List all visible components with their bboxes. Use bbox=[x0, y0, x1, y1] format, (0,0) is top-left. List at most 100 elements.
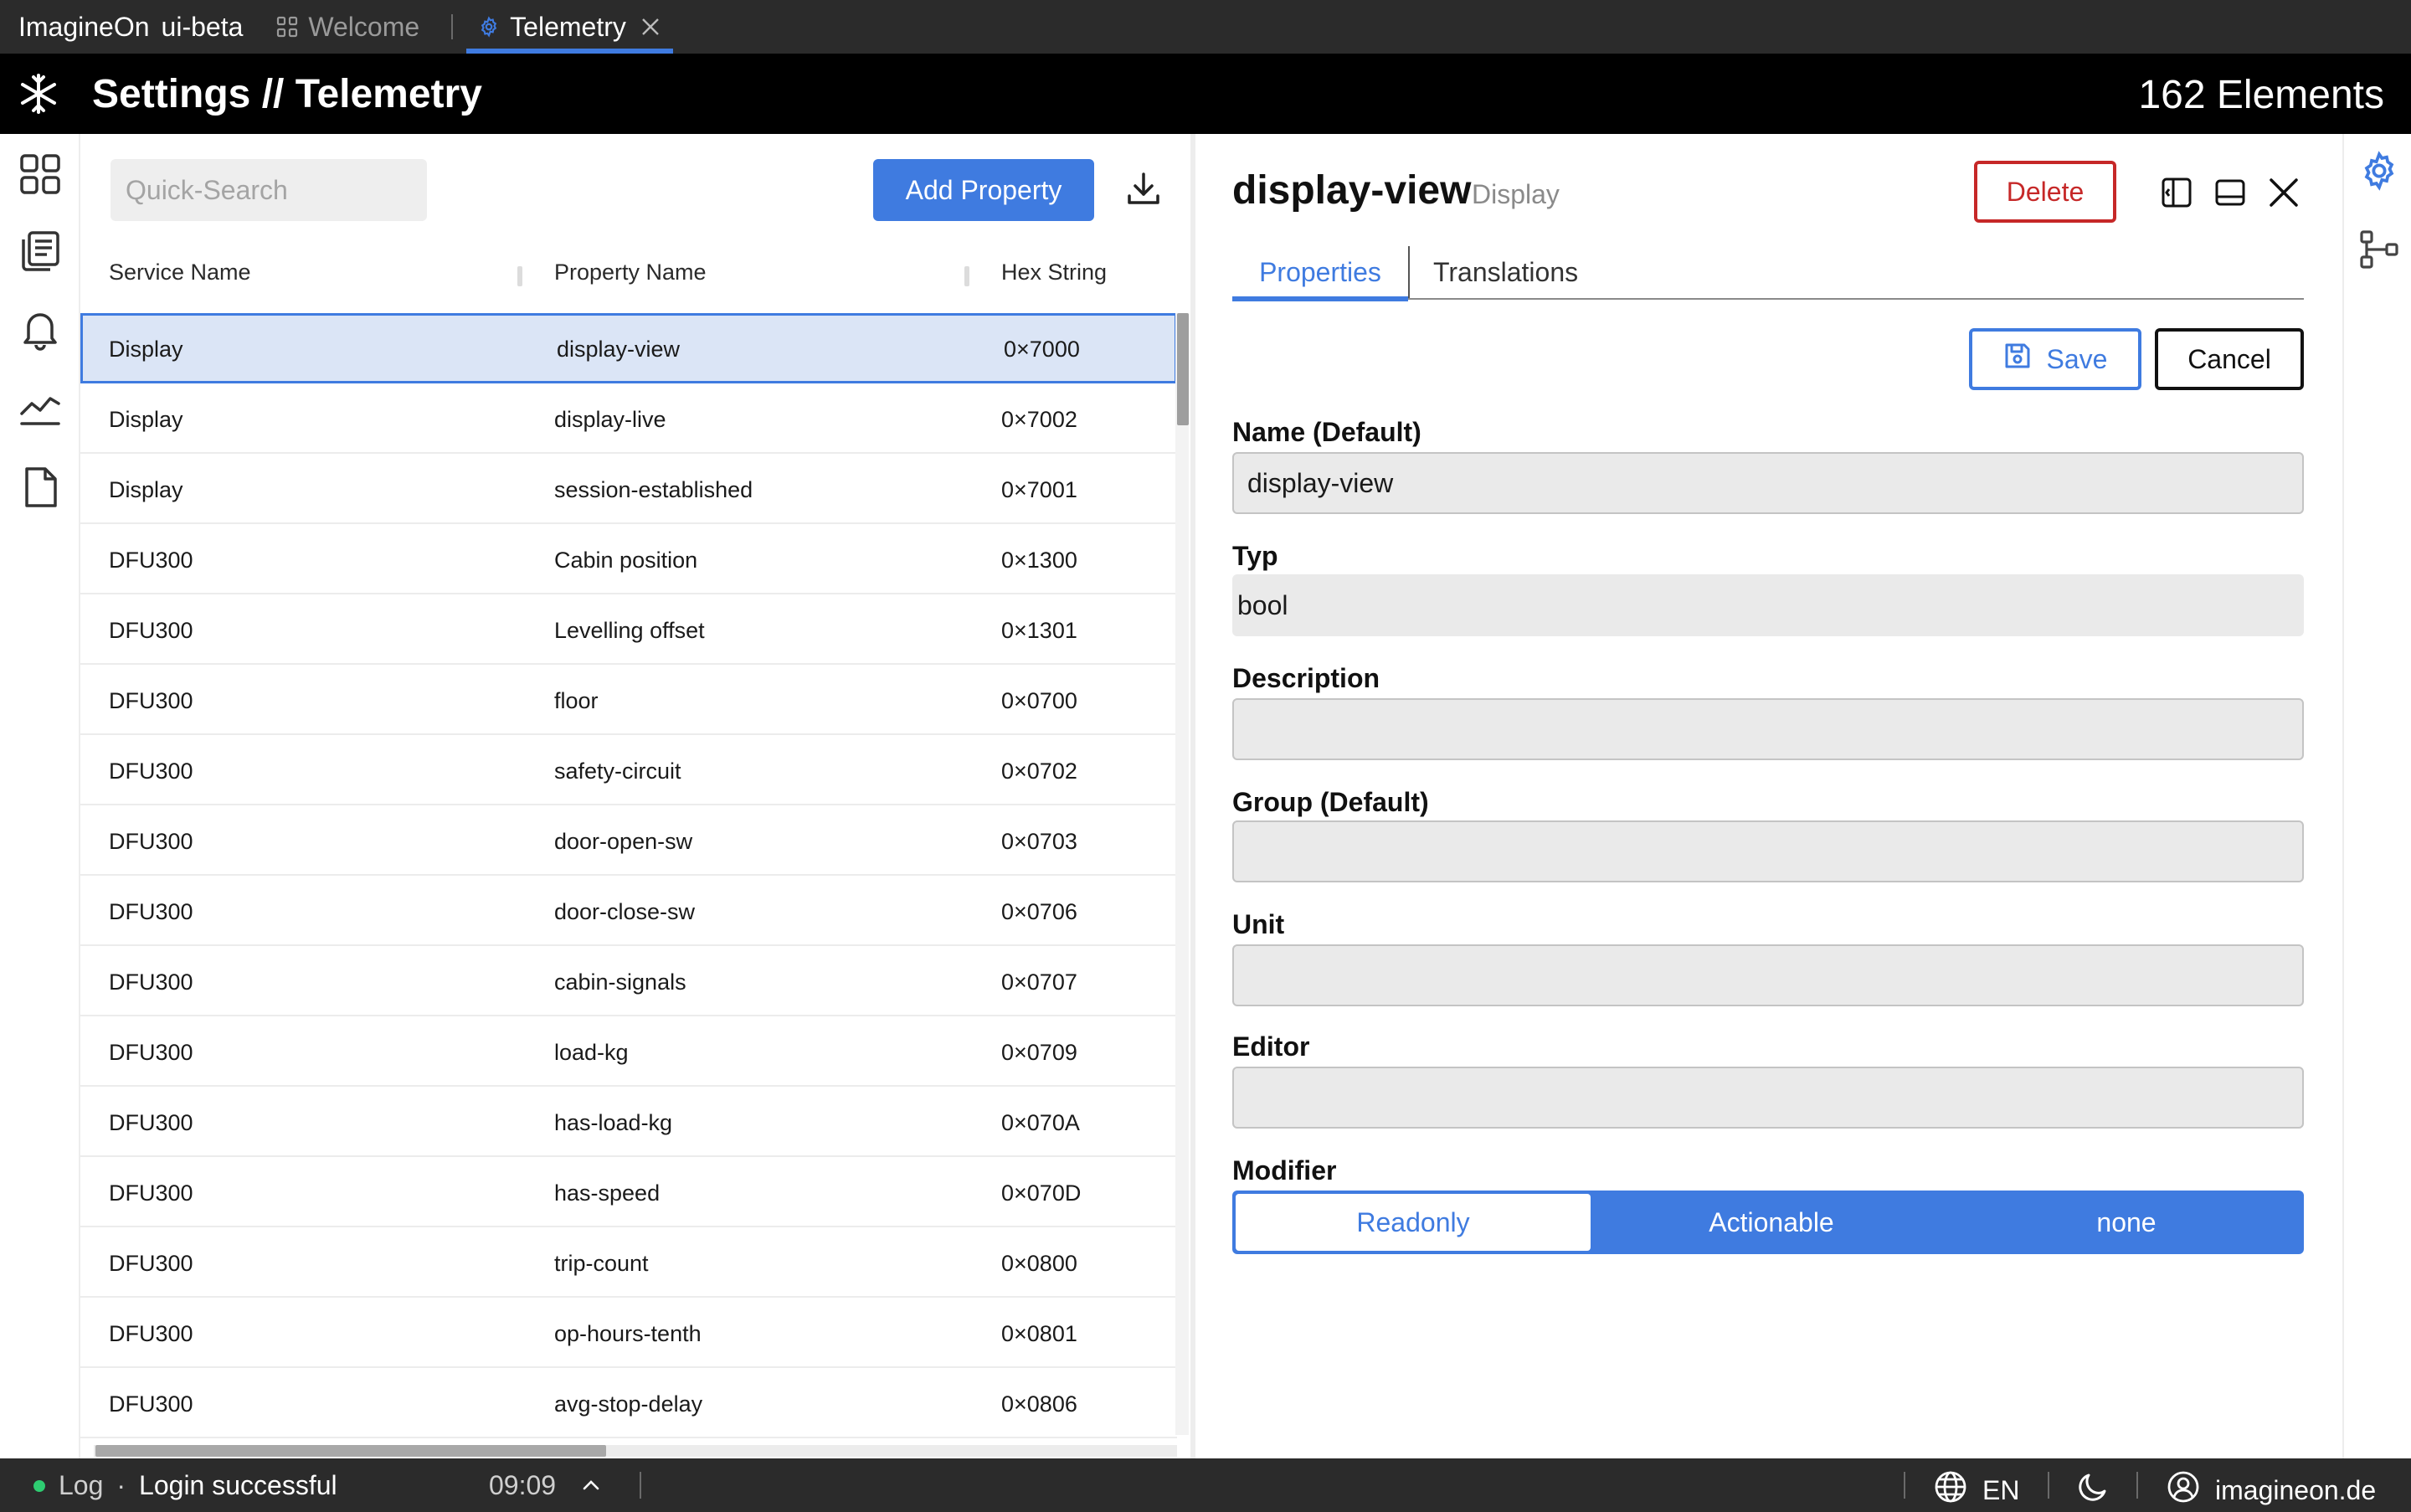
file-icon[interactable] bbox=[18, 465, 62, 509]
cell-property: trip-count bbox=[554, 1251, 649, 1276]
hierarchy-icon[interactable] bbox=[2357, 228, 2401, 271]
left-nav-rail bbox=[0, 134, 80, 1458]
add-property-button[interactable]: Add Property bbox=[873, 159, 1094, 221]
chart-icon[interactable] bbox=[18, 387, 62, 430]
page-header: Settings // Telemetry 162 Elements bbox=[0, 54, 2411, 134]
close-tab-icon[interactable] bbox=[640, 16, 661, 38]
bottom-panel-icon[interactable] bbox=[2212, 174, 2249, 211]
group-label: Group (Default) bbox=[1232, 787, 1429, 817]
quick-search-input[interactable] bbox=[111, 159, 427, 221]
description-field[interactable] bbox=[1232, 698, 2304, 760]
settings-icon[interactable] bbox=[2357, 149, 2401, 193]
cell-hex: 0×1300 bbox=[1001, 548, 1077, 573]
modifier-segmented-control: Readonly Actionable none bbox=[1232, 1191, 2304, 1254]
save-button[interactable]: Save bbox=[1969, 328, 2141, 390]
unit-label: Unit bbox=[1232, 909, 1285, 939]
dashboard-icon[interactable] bbox=[18, 152, 62, 196]
cell-service: DFU300 bbox=[109, 1180, 193, 1206]
modifier-option-actionable[interactable]: Actionable bbox=[1594, 1191, 1949, 1254]
table-row[interactable]: DFU300 op-hours-tenth 0×0801 bbox=[80, 1298, 1177, 1368]
column-resize-handle[interactable] bbox=[517, 266, 522, 286]
modifier-option-none[interactable]: none bbox=[1949, 1191, 2304, 1254]
modifier-option-readonly[interactable]: Readonly bbox=[1236, 1194, 1591, 1251]
cell-hex: 0×0706 bbox=[1001, 899, 1077, 924]
table-row[interactable]: DFU300 load-kg 0×0709 bbox=[80, 1016, 1177, 1087]
cancel-button[interactable]: Cancel bbox=[2155, 328, 2304, 390]
download-icon[interactable] bbox=[1123, 169, 1164, 209]
editor-label: Editor bbox=[1232, 1031, 1310, 1062]
cell-property: door-open-sw bbox=[554, 829, 693, 854]
typ-label: Typ bbox=[1232, 541, 1278, 571]
column-header-property[interactable]: Property Name bbox=[554, 260, 707, 285]
group-field[interactable] bbox=[1232, 820, 2304, 882]
cell-property: session-established bbox=[554, 477, 753, 502]
table-row[interactable]: Display session-established 0×7001 bbox=[80, 454, 1177, 524]
cell-property: Cabin position bbox=[554, 548, 698, 573]
cell-hex: 0×0702 bbox=[1001, 759, 1077, 784]
account-menu[interactable]: imagineon.de bbox=[2167, 1470, 2376, 1510]
table-row[interactable]: Display display-view 0×7000 bbox=[80, 313, 1177, 383]
editor-field[interactable] bbox=[1232, 1067, 2304, 1129]
cell-service: DFU300 bbox=[109, 759, 193, 784]
column-resize-handle[interactable] bbox=[964, 266, 969, 286]
column-header-hex[interactable]: Hex String bbox=[1001, 260, 1107, 285]
name-label: Name (Default) bbox=[1232, 417, 1421, 447]
horizontal-scrollbar-thumb[interactable] bbox=[95, 1445, 606, 1457]
tab-translations[interactable]: Translations bbox=[1433, 246, 1578, 298]
cell-property: Levelling offset bbox=[554, 618, 705, 643]
name-field[interactable] bbox=[1232, 452, 2304, 514]
cell-service: DFU300 bbox=[109, 829, 193, 854]
delete-button[interactable]: Delete bbox=[1974, 161, 2116, 223]
log-toggle[interactable]: Log · Login successful bbox=[33, 1470, 337, 1501]
cell-service: DFU300 bbox=[109, 688, 193, 713]
cell-property: load-kg bbox=[554, 1040, 629, 1065]
tab-telemetry[interactable]: Telemetry bbox=[466, 0, 673, 54]
cell-hex: 0×0707 bbox=[1001, 969, 1077, 995]
bullet-separator: · bbox=[116, 1470, 126, 1500]
cell-hex: 0×0801 bbox=[1001, 1321, 1077, 1346]
page-title: Settings // Telemetry bbox=[92, 71, 482, 116]
tab-telemetry-label: Telemetry bbox=[510, 11, 626, 42]
language-selector[interactable]: EN bbox=[1934, 1470, 2019, 1510]
chevron-up-icon[interactable] bbox=[581, 1475, 601, 1495]
sidebar-toggle-icon[interactable] bbox=[2158, 174, 2195, 211]
table-row[interactable]: DFU300 avg-stop-delay 0×0806 bbox=[80, 1368, 1177, 1438]
tab-properties[interactable]: Properties bbox=[1232, 246, 1410, 301]
table-row[interactable]: DFU300 trip-count 0×0800 bbox=[80, 1227, 1177, 1298]
column-header-service[interactable]: Service Name bbox=[109, 260, 251, 285]
unit-field[interactable] bbox=[1232, 944, 2304, 1006]
table-row[interactable]: DFU300 has-load-kg 0×070A bbox=[80, 1087, 1177, 1157]
table-row[interactable]: DFU300 door-close-sw 0×0706 bbox=[80, 876, 1177, 946]
vertical-scrollbar[interactable] bbox=[1175, 313, 1189, 1435]
moon-icon[interactable] bbox=[2076, 1470, 2110, 1504]
cell-property: op-hours-tenth bbox=[554, 1321, 702, 1346]
property-table: Display display-view 0×7000 Display display… bbox=[80, 313, 1177, 1438]
floppy-disk-icon bbox=[2003, 342, 2032, 377]
table-row[interactable]: DFU300 floor 0×0700 bbox=[80, 665, 1177, 735]
user-icon bbox=[2167, 1470, 2200, 1510]
table-row[interactable]: Display display-live 0×7002 bbox=[80, 383, 1177, 454]
cell-hex: 0×0709 bbox=[1001, 1040, 1077, 1065]
table-row[interactable]: DFU300 Cabin position 0×1300 bbox=[80, 524, 1177, 594]
documents-icon[interactable] bbox=[18, 229, 62, 273]
table-row[interactable]: DFU300 cabin-signals 0×0707 bbox=[80, 946, 1177, 1016]
table-row[interactable]: DFU300 safety-circuit 0×0702 bbox=[80, 735, 1177, 805]
cell-hex: 0×1301 bbox=[1001, 618, 1077, 643]
property-detail-panel: display-view Display Delete Properties T… bbox=[1195, 134, 2342, 1458]
bell-icon[interactable] bbox=[18, 308, 62, 352]
language-code: EN bbox=[1982, 1474, 2020, 1505]
table-row[interactable]: DFU300 has-speed 0×070D bbox=[80, 1157, 1177, 1227]
cell-service: DFU300 bbox=[109, 1110, 193, 1135]
tab-welcome[interactable]: Welcome bbox=[265, 0, 431, 54]
table-row[interactable]: DFU300 door-open-sw 0×0703 bbox=[80, 805, 1177, 876]
vertical-scrollbar-thumb[interactable] bbox=[1177, 313, 1189, 425]
time-value: 09:09 bbox=[489, 1470, 557, 1500]
cell-service: DFU300 bbox=[109, 969, 193, 995]
table-row[interactable]: DFU300 Levelling offset 0×1301 bbox=[80, 594, 1177, 665]
cell-property: display-view bbox=[557, 337, 681, 362]
close-icon[interactable] bbox=[2265, 174, 2302, 211]
status-bar: Log · Login successful 09:09 EN imagineo… bbox=[0, 1458, 2411, 1512]
cell-service: DFU300 bbox=[109, 618, 193, 643]
status-separator bbox=[2048, 1472, 2049, 1499]
right-rail bbox=[2342, 134, 2411, 1458]
